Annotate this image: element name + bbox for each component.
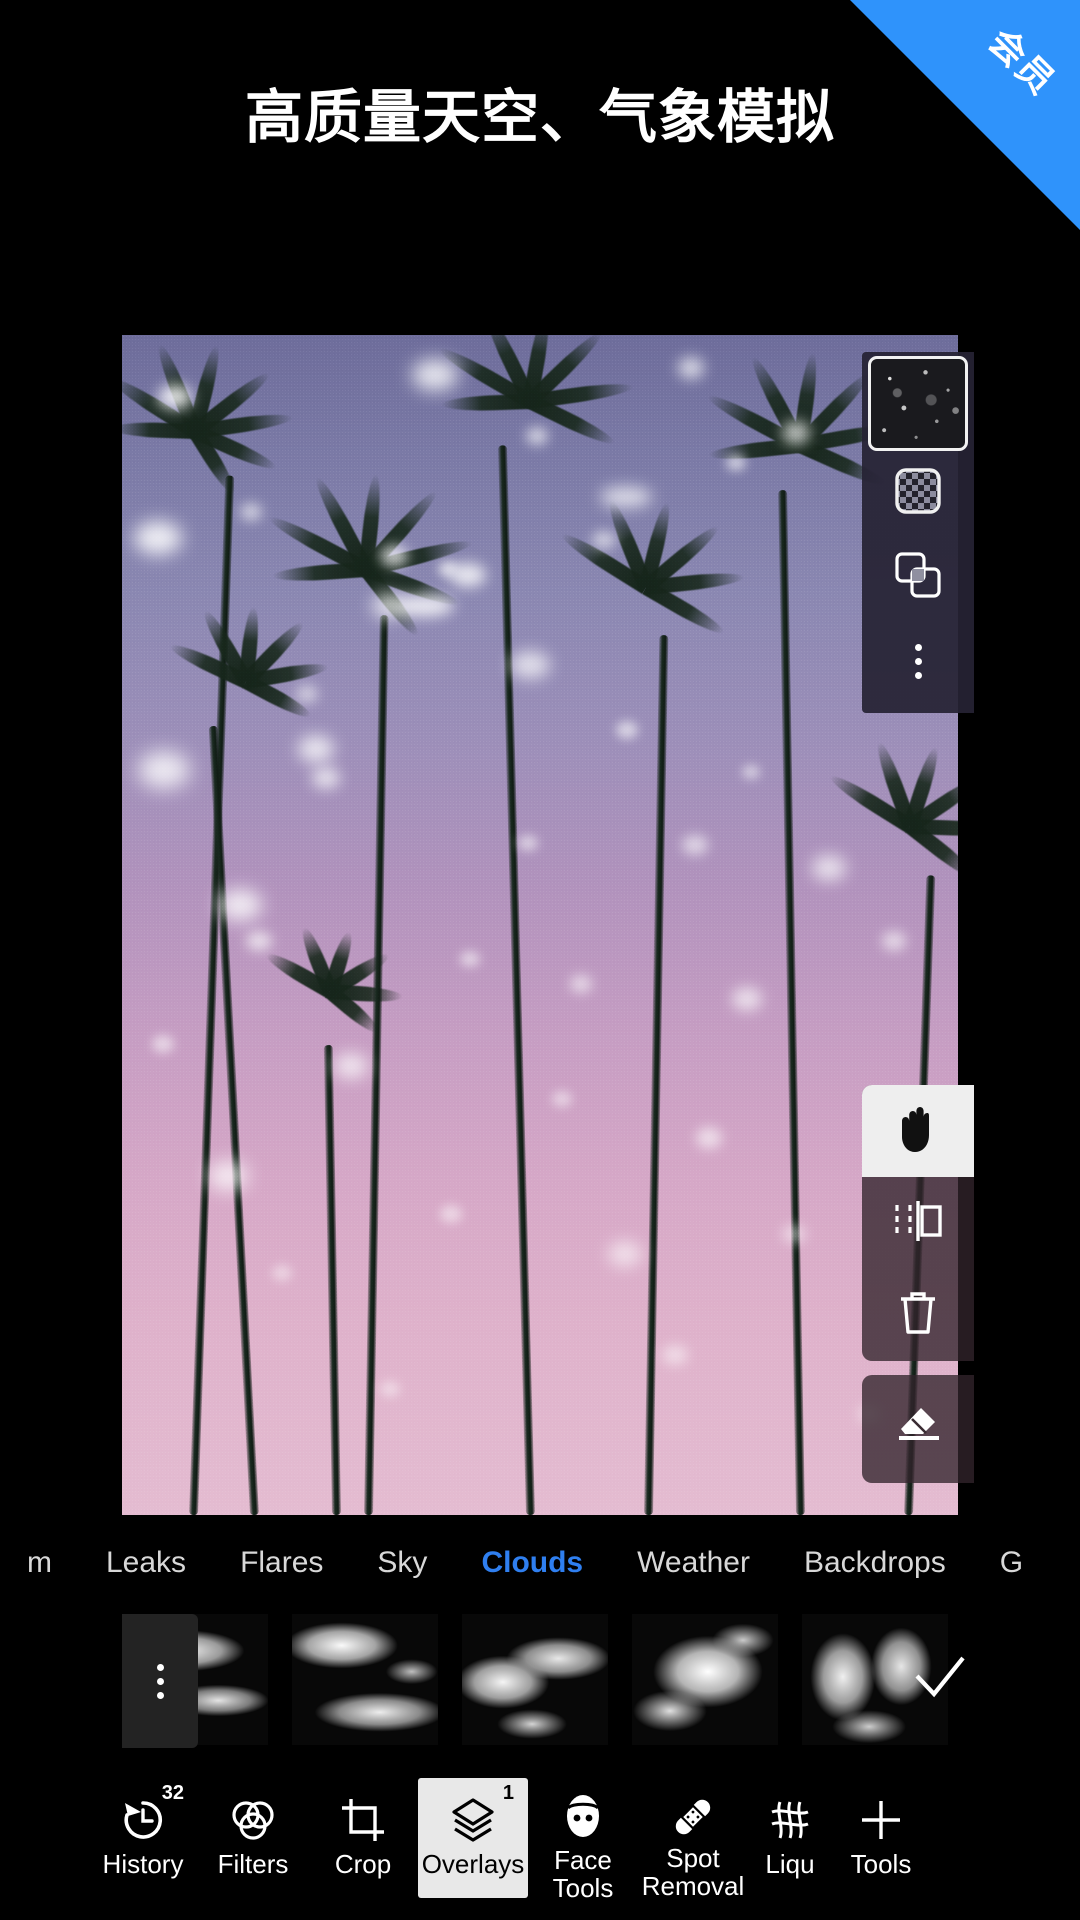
bottom-toolbar[interactable]: 32 History Filters Crop 1 Overlays Face … (0, 1778, 1080, 1920)
toolbar-label: Overlays (421, 1849, 525, 1879)
transform-tool-panel (862, 1085, 974, 1361)
tab-backdrops[interactable]: Backdrops (777, 1546, 973, 1580)
toolbar-item-spot-removal[interactable]: Spot Removal (638, 1778, 748, 1902)
toolbar-label: Tools (850, 1849, 912, 1879)
toolbar-item-liquify[interactable]: Liqu (748, 1778, 832, 1898)
opacity-checkerboard-icon (894, 467, 942, 520)
eraser-icon (891, 1395, 945, 1448)
ribbon-shape (850, 0, 1080, 230)
move-hand-icon (894, 1103, 942, 1160)
tab-clouds[interactable]: Clouds (454, 1546, 610, 1580)
delete-tool-button[interactable] (862, 1269, 974, 1361)
flip-mirror-icon (892, 1197, 944, 1250)
more-options-icon (156, 1663, 164, 1699)
tab-grunge[interactable]: G (973, 1546, 1050, 1580)
eraser-tool-panel (862, 1375, 974, 1483)
toolbar-label: Face Tools (552, 1845, 614, 1904)
toolbar-label: Spot Removal (641, 1843, 745, 1902)
layer-blend-mode-button[interactable] (862, 535, 974, 619)
history-badge: 32 (161, 1782, 184, 1804)
toolbar-label: Filters (217, 1849, 289, 1879)
toolbar-item-tools[interactable]: Tools (826, 1778, 936, 1898)
toolbar-label: History (102, 1849, 184, 1879)
list-item[interactable] (292, 1614, 438, 1745)
face-icon (560, 1792, 606, 1844)
layer-more-options-button[interactable] (862, 619, 974, 703)
toolbar-item-history[interactable]: 32 History (88, 1778, 198, 1898)
overlays-badge: 1 (502, 1782, 514, 1804)
tab-leaks[interactable]: Leaks (79, 1546, 213, 1580)
toolbar-item-filters[interactable]: Filters (198, 1778, 308, 1898)
bandage-icon (668, 1792, 718, 1842)
tab-film[interactable]: m (0, 1546, 79, 1580)
film-grain-overlay (122, 335, 958, 1515)
move-tool-button[interactable] (862, 1085, 974, 1177)
tab-sky[interactable]: Sky (350, 1546, 454, 1580)
eraser-tool-button[interactable] (862, 1375, 974, 1467)
toolbar-label: Crop (334, 1849, 392, 1879)
checkmark-icon (911, 1652, 969, 1707)
photo-canvas[interactable] (122, 335, 958, 1515)
delete-trash-icon (895, 1287, 941, 1344)
overlay-strip-menu-button[interactable] (122, 1614, 198, 1748)
tab-weather[interactable]: Weather (610, 1546, 777, 1580)
selected-layer-thumbnail[interactable] (868, 356, 968, 451)
history-undo-icon (118, 1792, 168, 1848)
list-item[interactable] (462, 1614, 608, 1745)
vip-corner-ribbon[interactable]: 会员 (850, 0, 1080, 230)
filters-circles-icon (228, 1792, 278, 1848)
toolbar-label: Liqu (765, 1849, 815, 1879)
layers-stack-icon (448, 1792, 498, 1848)
liquify-grid-icon (766, 1792, 814, 1848)
crop-icon (338, 1792, 388, 1848)
toolbar-item-overlays[interactable]: 1 Overlays (418, 1778, 528, 1898)
layers-panel (862, 352, 974, 713)
confirm-button[interactable] (875, 1614, 1005, 1745)
plus-icon (856, 1792, 906, 1848)
overlay-category-tabs[interactable]: m Leaks Flares Sky Clouds Weather Backdr… (0, 1532, 1080, 1594)
layer-opacity-button[interactable] (862, 451, 974, 535)
more-options-icon (914, 643, 922, 679)
tab-flares[interactable]: Flares (213, 1546, 350, 1580)
flip-tool-button[interactable] (862, 1177, 974, 1269)
toolbar-item-crop[interactable]: Crop (308, 1778, 418, 1898)
list-item[interactable] (632, 1614, 778, 1745)
toolbar-item-face-tools[interactable]: Face Tools (528, 1778, 638, 1902)
blend-mode-icon (893, 550, 943, 605)
app-root: 会员 高质量天空、气象模拟 m Leaks Flares Sky Clouds … (0, 0, 1080, 1920)
